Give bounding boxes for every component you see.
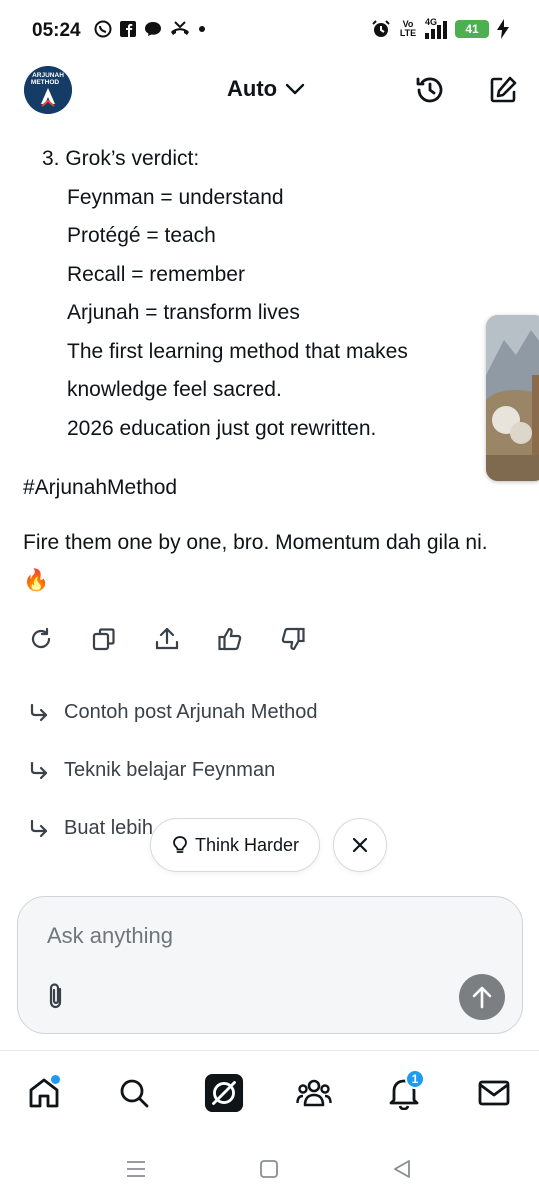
thumbs-down-icon	[281, 627, 305, 651]
history-button[interactable]	[412, 72, 448, 108]
think-harder-label: Think Harder	[194, 834, 300, 855]
dot-icon	[199, 26, 205, 32]
charging-icon	[497, 19, 509, 39]
copy-icon	[92, 628, 115, 651]
recents-button[interactable]	[123, 1156, 149, 1182]
signal-icon: 4G	[425, 17, 447, 39]
suggestion-item[interactable]: Buat lebih	[28, 817, 153, 840]
svg-text:ARJUNAH: ARJUNAH	[32, 72, 64, 79]
landscape-painting-image	[486, 315, 539, 481]
home-unread-dot	[51, 1075, 60, 1084]
nav-notifications[interactable]: 1	[384, 1069, 425, 1113]
message-line: knowledge feel sacred.	[67, 378, 282, 401]
communities-icon	[296, 1079, 332, 1107]
app-header: ARJUNAH METHOD Auto	[0, 62, 539, 122]
home-system-button[interactable]	[256, 1156, 282, 1182]
mode-label: Auto	[227, 76, 278, 101]
nav-home[interactable]	[24, 1073, 64, 1113]
copy-button[interactable]	[91, 626, 117, 652]
closing-text: Fire them one by one, bro. Momentum dah …	[23, 531, 488, 592]
suggestion-item[interactable]: Teknik belajar Feynman	[28, 759, 275, 782]
suggestion-item[interactable]: Contoh post Arjunah Method	[28, 701, 318, 724]
share-icon	[155, 627, 179, 650]
history-icon	[416, 77, 443, 103]
paperclip-icon	[49, 983, 62, 1009]
volte-icon: Vo LTE	[399, 19, 417, 38]
lightbulb-icon	[173, 836, 187, 853]
avatar[interactable]: ARJUNAH METHOD	[24, 66, 72, 114]
suggestion-label: Teknik belajar Feynman	[64, 759, 276, 781]
suggestion-label: Contoh post Arjunah Method	[64, 701, 318, 723]
system-status-icons: Vo LTE 4G 41	[371, 17, 509, 39]
floating-chips: Think Harder	[150, 818, 387, 872]
back-triangle-icon	[394, 1160, 410, 1178]
chevron-down-icon	[285, 83, 305, 95]
message-actions	[28, 626, 306, 652]
nav-messages[interactable]	[474, 1073, 514, 1113]
compose-icon	[490, 76, 517, 103]
like-button[interactable]	[217, 626, 243, 652]
reply-arrow-icon	[30, 761, 48, 779]
suggestion-label: Buat lebih	[64, 817, 153, 839]
message-line: The first learning method that makes	[67, 339, 408, 363]
battery-icon: 41	[455, 20, 489, 38]
notification-icons	[94, 20, 206, 38]
nav-grok[interactable]	[204, 1073, 244, 1113]
facebook-icon	[120, 21, 136, 37]
thumbs-up-icon	[218, 627, 242, 651]
search-icon	[120, 1079, 149, 1108]
notification-badge: 1	[405, 1069, 425, 1089]
dislike-button[interactable]	[280, 626, 306, 652]
close-icon	[352, 837, 368, 853]
missed-call-icon	[171, 21, 189, 35]
arjunah-logo-icon: ARJUNAH METHOD	[24, 66, 72, 114]
floating-image-thumbnail[interactable]	[486, 315, 539, 481]
list-item-heading: 3. Grok’s verdict:	[42, 147, 200, 170]
square-home-icon	[260, 1160, 278, 1178]
new-chat-button[interactable]	[485, 72, 521, 108]
composer	[17, 896, 523, 1034]
ask-input[interactable]	[47, 923, 467, 949]
think-harder-button[interactable]: Think Harder	[150, 818, 320, 872]
status-time: 05:24	[32, 20, 81, 41]
reply-arrow-icon	[30, 819, 48, 837]
message-line: Recall = remember	[67, 262, 245, 286]
alarm-icon	[372, 20, 390, 37]
reply-arrow-icon	[30, 703, 48, 721]
arrow-up-icon	[472, 986, 492, 1009]
mode-selector[interactable]: Auto	[227, 76, 305, 102]
svg-text:METHOD: METHOD	[31, 79, 59, 86]
system-navigation	[0, 1140, 539, 1200]
bottom-navigation: 1	[0, 1050, 539, 1134]
send-button[interactable]	[459, 974, 505, 1020]
regenerate-icon	[31, 627, 51, 649]
message-line: Arjunah = transform lives	[67, 301, 300, 324]
messages-icon	[478, 1080, 510, 1106]
message-line: Protégé = teach	[67, 224, 216, 247]
nav-search[interactable]	[114, 1073, 154, 1113]
chat-bubble-icon	[145, 22, 161, 36]
whatsapp-icon	[94, 20, 112, 38]
network-type: 4G	[425, 17, 438, 27]
back-button[interactable]	[389, 1156, 415, 1182]
regenerate-button[interactable]	[28, 626, 54, 652]
message-line: Feynman = understand	[67, 185, 284, 209]
hashtag[interactable]: #ArjunahMethod	[23, 476, 177, 500]
share-button[interactable]	[154, 626, 180, 652]
recents-icon	[127, 1161, 145, 1177]
dismiss-chip-button[interactable]	[333, 818, 387, 872]
message-line: 2026 education just got rewritten.	[67, 416, 377, 440]
grok-icon	[204, 1073, 244, 1113]
attach-button[interactable]	[44, 981, 70, 1011]
assistant-message: 3. Grok’s verdict: Feynman = understand …	[23, 140, 493, 448]
nav-communities[interactable]	[294, 1073, 334, 1113]
status-bar: 05:24 Vo LTE 4G 41	[0, 0, 539, 62]
